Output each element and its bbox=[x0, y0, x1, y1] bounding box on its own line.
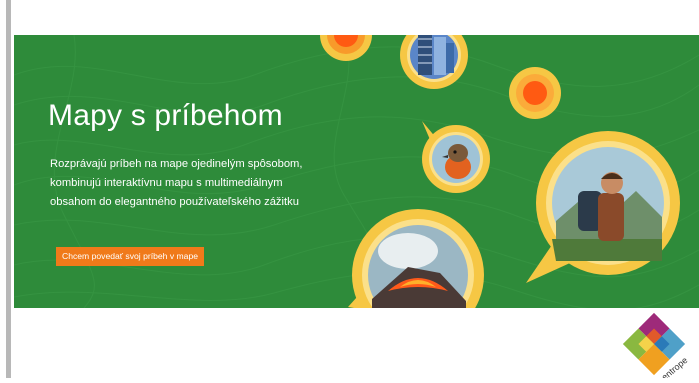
hero-title: Mapy s príbehom bbox=[48, 99, 283, 132]
create-story-button[interactable]: Chcem povedať svoj príbeh v mape bbox=[56, 247, 205, 266]
centrope-logo: centrope bbox=[620, 310, 692, 383]
skyscraper-bubble bbox=[398, 35, 470, 97]
orange-accent-circle bbox=[503, 65, 567, 123]
orange-accent-circle-top bbox=[318, 35, 374, 65]
page-left-border bbox=[6, 0, 11, 378]
hiker-bubble bbox=[516, 121, 680, 289]
robin-bird-bubble bbox=[412, 115, 494, 197]
volcano-bubble bbox=[348, 207, 488, 308]
hero-description: Rozprávajú príbeh na mape ojedinelým spô… bbox=[50, 158, 303, 208]
hero-banner: Mapy s príbehom Rozprávajú príbeh na map… bbox=[14, 35, 699, 308]
